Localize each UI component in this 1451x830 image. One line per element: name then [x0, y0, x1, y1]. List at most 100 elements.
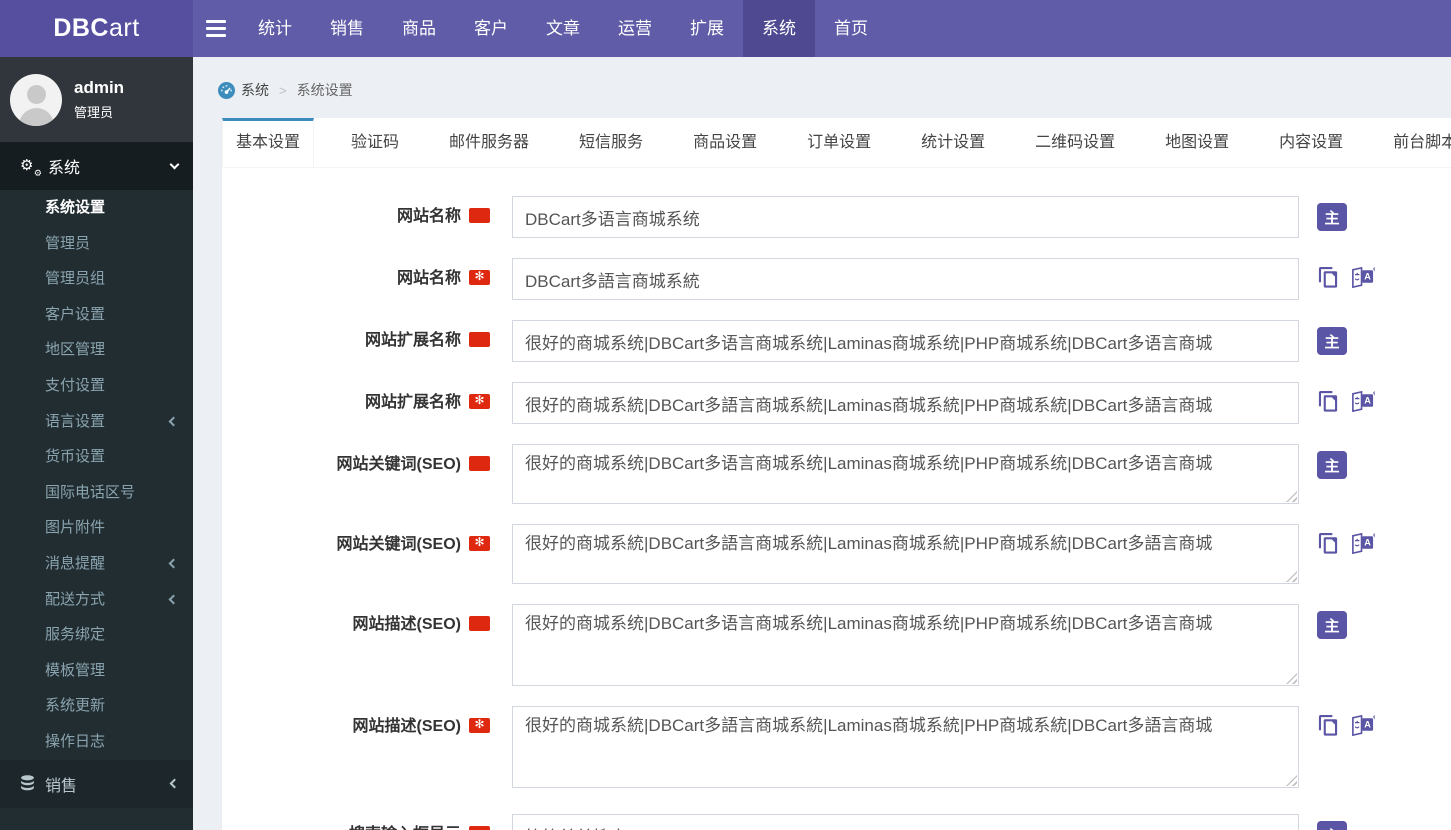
- sidebar-item-intl-dial-codes[interactable]: 国际电话区号: [0, 475, 193, 511]
- translate-button[interactable]: A: [1350, 713, 1375, 738]
- primary-lang-button[interactable]: 主: [1317, 203, 1347, 231]
- field-label: 网站扩展名称: [222, 382, 490, 424]
- user-role: 管理员: [74, 105, 114, 120]
- sidebar-section-sales[interactable]: 销售: [0, 759, 193, 808]
- nav-item-system[interactable]: 系统: [743, 0, 815, 57]
- nav-item-stats[interactable]: 统计: [239, 0, 311, 57]
- sidebar-item-templates[interactable]: 模板管理: [0, 653, 193, 689]
- field-label: 网站名称: [222, 196, 490, 238]
- sidebar-item-operation-logs[interactable]: 操作日志: [0, 724, 193, 760]
- top-navbar: DBCart 统计 销售 商品 客户 文章 运营 扩展 系统 首页: [0, 0, 1451, 57]
- form-row: 网站关键词(SEO) 很好的商城系統|DBCart多語言商城系統|Laminas…: [222, 524, 1451, 584]
- translate-icon: A: [1350, 266, 1375, 293]
- tab-mail-server[interactable]: 邮件服务器: [436, 118, 542, 167]
- copy-button[interactable]: [1317, 265, 1340, 290]
- seo-description-hk-textarea[interactable]: 很好的商城系統|DBCart多語言商城系統|Laminas商城系統|PHP商城系…: [512, 706, 1299, 788]
- form-row: 网站描述(SEO) 很好的商城系统|DBCart多语言商城系统|Laminas商…: [222, 604, 1451, 686]
- sidebar-item-service-binding[interactable]: 服务绑定: [0, 617, 193, 653]
- sidebar-item-shipping-methods[interactable]: 配送方式: [0, 582, 193, 618]
- field-label: 网站扩展名称: [222, 320, 490, 362]
- svg-text:A: A: [1364, 538, 1371, 548]
- tab-map-settings[interactable]: 地图设置: [1152, 118, 1242, 167]
- tab-content-settings[interactable]: 内容设置: [1266, 118, 1356, 167]
- sidebar-item-system-settings[interactable]: 系统设置: [0, 190, 193, 226]
- tab-basic-settings[interactable]: 基本设置: [222, 118, 315, 167]
- sidebar-item-admins[interactable]: 管理员: [0, 226, 193, 262]
- tab-product-settings[interactable]: 商品设置: [680, 118, 770, 167]
- nav-item-home[interactable]: 首页: [815, 0, 887, 57]
- hk-flag-icon: [469, 270, 490, 285]
- sidebar-item-notifications[interactable]: 消息提醒: [0, 546, 193, 582]
- sidebar-item-system-update[interactable]: 系统更新: [0, 688, 193, 724]
- user-name: admin: [74, 78, 125, 97]
- chevron-left-icon: [168, 594, 179, 605]
- form-row: 网站名称 A: [222, 258, 1451, 300]
- nav-item-operations[interactable]: 运营: [599, 0, 671, 57]
- chevron-left-icon: [168, 416, 179, 427]
- form-row: 网站扩展名称 A: [222, 382, 1451, 424]
- primary-lang-button[interactable]: 主: [1317, 611, 1347, 639]
- sidebar-item-regions[interactable]: 地区管理: [0, 332, 193, 368]
- primary-lang-button[interactable]: 主: [1317, 327, 1347, 355]
- sidebar-toggle-button[interactable]: [193, 0, 239, 57]
- cn-flag-icon: [469, 456, 490, 471]
- translate-button[interactable]: A: [1350, 389, 1375, 414]
- sidebar-item-customer-settings[interactable]: 客户设置: [0, 297, 193, 333]
- field-label: 网站描述(SEO): [222, 706, 490, 748]
- translate-icon: A: [1350, 390, 1375, 417]
- site-ext-name-hk-input[interactable]: [512, 382, 1299, 424]
- nav-item-sales[interactable]: 销售: [311, 0, 383, 57]
- copy-button[interactable]: [1317, 389, 1340, 414]
- logo-text-bold: DBC: [53, 14, 109, 42]
- site-name-hk-input[interactable]: [512, 258, 1299, 300]
- form-row: 网站名称 主: [222, 196, 1451, 238]
- main-nav: 统计 销售 商品 客户 文章 运营 扩展 系统 首页: [193, 0, 887, 57]
- nav-item-customers[interactable]: 客户: [455, 0, 527, 57]
- nav-item-extensions[interactable]: 扩展: [671, 0, 743, 57]
- sidebar-item-admin-groups[interactable]: 管理员组: [0, 261, 193, 297]
- site-name-cn-input[interactable]: [512, 196, 1299, 238]
- copy-icon: [1317, 532, 1340, 559]
- sidebar-item-payment-settings[interactable]: 支付设置: [0, 368, 193, 404]
- nav-item-articles[interactable]: 文章: [527, 0, 599, 57]
- settings-tabs: 基本设置 验证码 邮件服务器 短信服务 商品设置 订单设置 统计设置 二维码设置…: [222, 118, 1451, 168]
- search-placeholder-cn-input[interactable]: [512, 814, 1299, 830]
- site-ext-name-cn-input[interactable]: [512, 320, 1299, 362]
- tab-captcha[interactable]: 验证码: [338, 118, 412, 167]
- cn-flag-icon: [469, 332, 490, 347]
- sidebar-item-language-settings[interactable]: 语言设置: [0, 404, 193, 440]
- breadcrumb-section[interactable]: 系统: [241, 80, 269, 100]
- avatar: [10, 73, 62, 126]
- logo-text-light: art: [108, 14, 140, 42]
- field-label: 网站关键词(SEO): [222, 444, 490, 486]
- tab-stats-settings[interactable]: 统计设置: [908, 118, 998, 167]
- copy-button[interactable]: [1317, 713, 1340, 738]
- sidebar: admin 管理员 ⚙ ⚙ 系统 系统设置 管理员 管理员组 客户设置 地区管理 …: [0, 57, 193, 830]
- translate-icon: A: [1350, 714, 1375, 741]
- form-row: 网站描述(SEO) 很好的商城系統|DBCart多語言商城系統|Laminas商…: [222, 706, 1451, 788]
- sidebar-item-image-attachments[interactable]: 图片附件: [0, 510, 193, 546]
- tab-order-settings[interactable]: 订单设置: [794, 118, 884, 167]
- copy-icon: [1317, 390, 1340, 417]
- database-icon: [20, 775, 35, 792]
- tab-qrcode-settings[interactable]: 二维码设置: [1022, 118, 1128, 167]
- sidebar-section-system[interactable]: ⚙ ⚙ 系统: [0, 142, 193, 190]
- svg-text:A: A: [1364, 272, 1371, 282]
- nav-item-products[interactable]: 商品: [383, 0, 455, 57]
- form-row: 网站关键词(SEO) 很好的商城系统|DBCart多语言商城系统|Laminas…: [222, 444, 1451, 504]
- primary-lang-button[interactable]: 主: [1317, 821, 1347, 830]
- breadcrumb-separator: >: [279, 82, 287, 98]
- seo-description-cn-textarea[interactable]: 很好的商城系统|DBCart多语言商城系统|Laminas商城系统|PHP商城系…: [512, 604, 1299, 686]
- seo-keywords-cn-textarea[interactable]: 很好的商城系统|DBCart多语言商城系统|Laminas商城系统|PHP商城系…: [512, 444, 1299, 504]
- hk-flag-icon: [469, 536, 490, 551]
- logo[interactable]: DBCart: [0, 0, 193, 57]
- tab-front-scripts[interactable]: 前台脚本: [1380, 118, 1451, 167]
- seo-keywords-hk-textarea[interactable]: 很好的商城系統|DBCart多語言商城系統|Laminas商城系統|PHP商城系…: [512, 524, 1299, 584]
- hk-flag-icon: [469, 718, 490, 733]
- primary-lang-button[interactable]: 主: [1317, 451, 1347, 479]
- copy-button[interactable]: [1317, 531, 1340, 556]
- translate-button[interactable]: A: [1350, 265, 1375, 290]
- tab-sms-service[interactable]: 短信服务: [566, 118, 656, 167]
- translate-button[interactable]: A: [1350, 531, 1375, 556]
- sidebar-item-currency-settings[interactable]: 货币设置: [0, 439, 193, 475]
